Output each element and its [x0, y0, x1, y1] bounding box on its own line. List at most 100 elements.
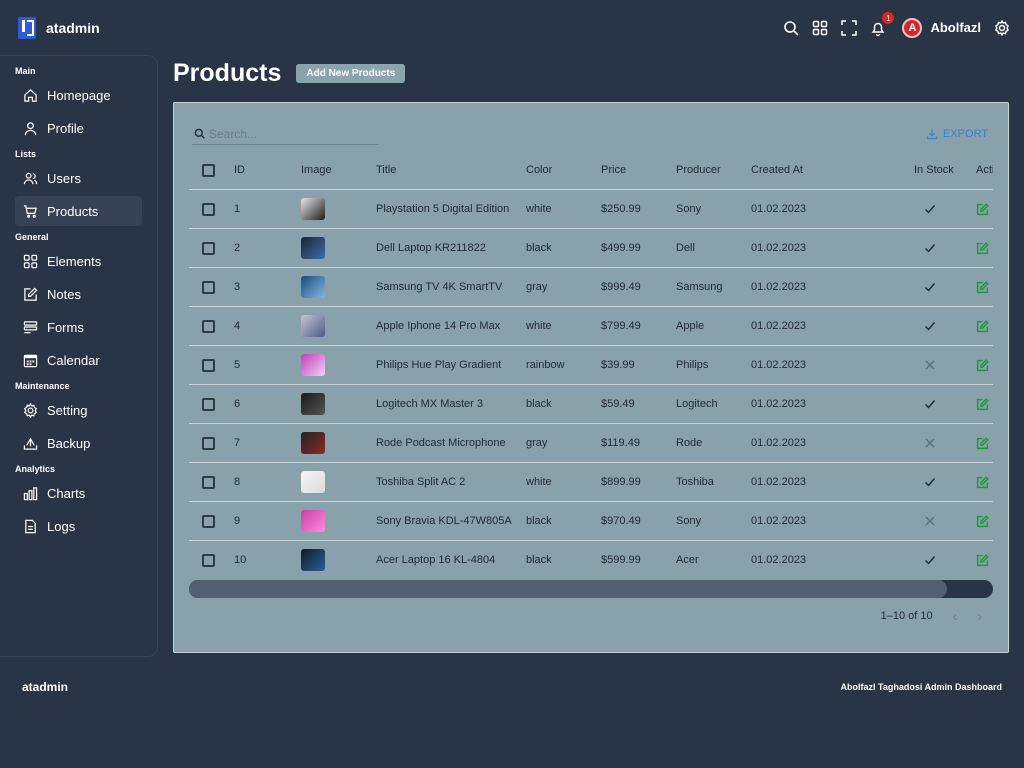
notification-bell-icon[interactable]: 1 [869, 12, 895, 36]
cell-color: black [526, 398, 552, 410]
select-all-checkbox[interactable] [202, 163, 215, 177]
edit-icon[interactable] [976, 241, 989, 255]
cell-id: 8 [234, 476, 241, 488]
next-page-icon[interactable]: › [977, 608, 982, 624]
sidebar-item-products[interactable]: Products [15, 196, 142, 226]
column-header[interactable]: Color [526, 151, 552, 189]
sidebar-item-setting[interactable]: Setting [15, 395, 142, 425]
cross-icon [925, 516, 935, 526]
column-header[interactable]: Image [301, 151, 332, 189]
column-header[interactable]: Price [601, 151, 626, 189]
sidebar-item-users[interactable]: Users [15, 163, 142, 193]
logs-icon [25, 519, 36, 533]
table-row[interactable]: 10 Acer Laptop 16 KL-4804 black $599.99 Acer… [189, 541, 993, 579]
cell-price: $799.49 [601, 320, 641, 332]
cell-created: 01.02.2023 [751, 515, 807, 527]
row-checkbox[interactable] [202, 241, 215, 255]
search-icon[interactable] [782, 19, 799, 36]
pagination: 1–10 of 10 ‹ › [881, 608, 982, 624]
sidebar-item-label: Profile [47, 120, 84, 136]
fullscreen-icon[interactable] [840, 19, 857, 36]
row-checkbox[interactable] [202, 475, 215, 489]
edit-icon[interactable] [976, 202, 989, 216]
sidebar-item-charts[interactable]: Charts [15, 478, 142, 508]
sidebar-item-notes[interactable]: Notes [15, 279, 142, 309]
cell-producer: Dell [676, 242, 695, 254]
sidebar-item-label: Backup [47, 435, 91, 451]
edit-icon[interactable] [976, 436, 989, 450]
table-row[interactable]: 9 Sony Bravia KDL-47W805A black $970.49 Sony… [189, 502, 993, 541]
table-row[interactable]: 6 Logitech MX Master 3 black $59.49 Logitech… [189, 385, 993, 424]
check-icon [925, 322, 936, 331]
logo[interactable]: atadmin [18, 16, 100, 39]
table-row[interactable]: 1 Playstation 5 Digital Edition white $250.… [189, 190, 993, 229]
grid-icon [23, 254, 38, 268]
column-header[interactable]: In Stock [914, 151, 954, 189]
forms-icon [23, 320, 38, 333]
product-image [301, 354, 325, 376]
row-checkbox[interactable] [202, 436, 215, 450]
page-header: Products Add New Products [173, 55, 1009, 91]
scrollbar-thumb[interactable] [189, 580, 947, 598]
cell-price: $599.99 [601, 554, 641, 566]
table-row[interactable]: 2 Dell Laptop KR211822 black $499.99 Dell 01.… [189, 229, 993, 268]
edit-icon[interactable] [976, 553, 989, 567]
table-row[interactable]: 8 Toshiba Split AC 2 white $899.99 Toshiba 01… [189, 463, 993, 502]
cell-color: white [526, 203, 552, 215]
column-header[interactable]: Title [376, 151, 396, 189]
row-checkbox[interactable] [202, 397, 215, 411]
sidebar-item-logs[interactable]: Logs [15, 511, 142, 541]
row-checkbox[interactable] [202, 319, 215, 333]
table-row[interactable]: 4 Apple Iphone 14 Pro Max white $799.49 Appl… [189, 307, 993, 346]
column-header[interactable]: Acti [976, 151, 993, 189]
top-navbar: atadmin 1 A Abolfazl [0, 0, 1024, 55]
main-content: Products Add New Products EXPORT ID Image… [173, 55, 1009, 653]
table-row[interactable]: 7 Rode Podcast Microphone gray $119.49 Rode 0… [189, 424, 993, 463]
check-icon [925, 478, 936, 487]
sidebar-item-profile[interactable]: Profile [15, 113, 142, 143]
search-input[interactable] [209, 126, 369, 141]
settings-gear-icon[interactable] [993, 19, 1010, 36]
row-checkbox[interactable] [202, 280, 215, 294]
column-header[interactable]: Producer [676, 151, 721, 189]
cell-title: Dell Laptop KR211822 [376, 242, 486, 254]
edit-icon[interactable] [976, 475, 989, 489]
cell-producer: Logitech [676, 398, 718, 410]
sidebar-item-calendar[interactable]: Calendar [15, 345, 142, 375]
column-header[interactable]: ID [234, 151, 245, 189]
row-checkbox[interactable] [202, 514, 215, 528]
export-button[interactable]: EXPORT [926, 128, 988, 140]
cell-title: Philips Hue Play Gradient [376, 359, 502, 371]
apps-grid-icon[interactable] [811, 19, 828, 36]
add-new-products-button[interactable]: Add New Products [296, 63, 406, 83]
row-checkbox[interactable] [202, 358, 215, 372]
sidebar-item-elements[interactable]: Elements [15, 246, 142, 276]
sidebar-item-backup[interactable]: Backup [15, 428, 142, 458]
cell-price: $250.99 [601, 203, 641, 215]
sidebar-item-forms[interactable]: Forms [15, 312, 142, 342]
horizontal-scrollbar[interactable] [189, 580, 993, 598]
sidebar: Main Homepage Profile Lists Users Produc… [0, 55, 158, 657]
product-image [301, 237, 325, 259]
edit-icon[interactable] [976, 358, 989, 372]
user-menu[interactable]: A Abolfazl [902, 17, 981, 38]
cell-color: gray [526, 281, 548, 293]
products-table: ID Image Title Color Price Producer Created At… [189, 151, 993, 579]
edit-icon[interactable] [976, 319, 989, 333]
table-row[interactable]: 3 Samsung TV 4K SmartTV gray $999.49 Samsung… [189, 268, 993, 307]
row-checkbox[interactable] [202, 202, 215, 216]
navbar-actions: 1 A Abolfazl [782, 12, 1010, 38]
table-row[interactable]: 5 Philips Hue Play Gradient rainbow $39.99 P… [189, 346, 993, 385]
cross-icon [925, 438, 935, 448]
sidebar-item-label: Calendar [47, 352, 100, 368]
edit-icon[interactable] [976, 397, 989, 411]
chart-icon [23, 486, 38, 500]
edit-icon[interactable] [976, 280, 989, 294]
row-checkbox[interactable] [202, 553, 215, 567]
sidebar-item-homepage[interactable]: Homepage [15, 80, 142, 110]
prev-page-icon[interactable]: ‹ [953, 608, 958, 624]
edit-icon[interactable] [976, 514, 989, 528]
column-header[interactable]: Created At [751, 151, 803, 189]
cell-id: 10 [234, 554, 247, 566]
sidebar-item-label: Charts [47, 485, 86, 501]
